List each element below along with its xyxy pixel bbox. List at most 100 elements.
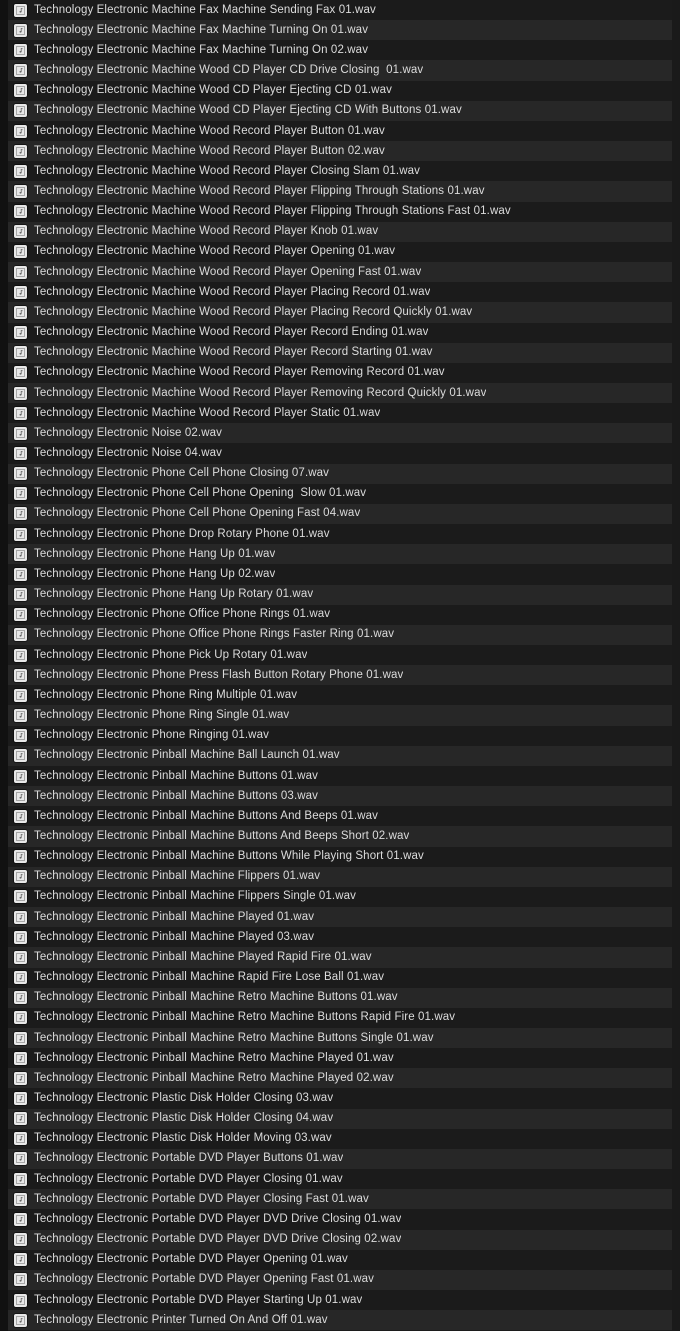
file-list-row[interactable]: Technology Electronic Pinball Machine Re… xyxy=(0,1027,680,1049)
file-list-row[interactable]: Technology Electronic Phone Cell Phone C… xyxy=(0,463,680,484)
audio-file-icon xyxy=(14,144,27,158)
file-list-row[interactable]: Technology Electronic Pinball Machine Ba… xyxy=(0,745,680,766)
file-list-row[interactable]: Technology Electronic Portable DVD Playe… xyxy=(0,1209,680,1230)
file-list-row[interactable]: Technology Electronic Plastic Disk Holde… xyxy=(0,1088,680,1109)
file-name-label: Technology Electronic Phone Office Phone… xyxy=(34,628,395,641)
audio-file-icon xyxy=(14,406,27,420)
file-list-row[interactable]: Technology Electronic Pinball Machine Re… xyxy=(0,1007,680,1028)
file-list-row[interactable]: Technology Electronic Phone Ring Single … xyxy=(0,705,680,726)
file-list-row[interactable]: Technology Electronic Machine Wood Recor… xyxy=(0,241,680,263)
file-list-row[interactable]: Technology Electronic Machine Fax Machin… xyxy=(0,20,680,41)
file-list-row[interactable]: Technology Electronic Pinball Machine Re… xyxy=(0,987,680,1008)
file-list-row[interactable]: Technology Electronic Pinball Machine Bu… xyxy=(0,806,680,827)
file-name-label: Technology Electronic Portable DVD Playe… xyxy=(34,1172,343,1185)
audio-file-icon xyxy=(14,124,27,138)
file-name-label: Technology Electronic Pinball Machine Bu… xyxy=(34,829,410,842)
audio-file-icon xyxy=(14,1051,27,1065)
file-list-row[interactable]: Technology Electronic Portable DVD Playe… xyxy=(0,1229,680,1250)
file-list-row[interactable]: Technology Electronic Portable DVD Playe… xyxy=(0,1148,680,1170)
file-list-row[interactable]: Technology Electronic Phone Office Phone… xyxy=(0,624,680,645)
file-name-label: Technology Electronic Machine Wood Recor… xyxy=(34,205,511,218)
file-list-row[interactable]: Technology Electronic Pinball Machine Re… xyxy=(0,1068,680,1089)
file-list-row[interactable]: Technology Electronic Pinball Machine Fl… xyxy=(0,866,680,887)
file-name-label: Technology Electronic Pinball Machine Bu… xyxy=(34,809,379,822)
file-list-row[interactable]: Technology Electronic Phone Cell Phone O… xyxy=(0,503,680,525)
file-list-row[interactable]: Technology Electronic Machine Wood Recor… xyxy=(0,120,680,142)
file-name-label: Technology Electronic Pinball Machine Pl… xyxy=(34,930,315,943)
file-list-row[interactable]: Technology Electronic Portable DVD Playe… xyxy=(0,1290,680,1311)
file-name-label: Technology Electronic Machine Wood Recor… xyxy=(34,285,431,298)
file-name-label: Technology Electronic Pinball Machine Re… xyxy=(34,1051,394,1064)
file-list-row[interactable]: Technology Electronic Pinball Machine Pl… xyxy=(0,947,680,968)
file-name-label: Technology Electronic Phone Ring Single … xyxy=(34,709,290,722)
file-list-row[interactable]: Technology Electronic Machine Wood Recor… xyxy=(0,221,680,242)
audio-file-icon xyxy=(14,205,27,219)
file-list-row[interactable]: Technology Electronic Plastic Disk Holde… xyxy=(0,1108,680,1129)
file-list-row[interactable]: Technology Electronic Machine Wood CD Pl… xyxy=(0,60,680,81)
file-name-label: Technology Electronic Pinball Machine Pl… xyxy=(34,910,315,923)
file-list-row[interactable]: Technology Electronic Phone Hang Up 02.w… xyxy=(0,564,680,585)
file-list-row[interactable]: Technology Electronic Phone Hang Up Rota… xyxy=(0,584,680,605)
file-list-row[interactable]: Technology Electronic Pinball Machine Bu… xyxy=(0,786,680,807)
file-list-row[interactable]: Technology Electronic Noise 02.wav xyxy=(0,423,680,444)
file-name-label: Technology Electronic Machine Fax Machin… xyxy=(34,3,376,16)
file-list-row[interactable]: Technology Electronic Pinball Machine Pl… xyxy=(0,927,680,948)
file-list-row[interactable]: Technology Electronic Phone Office Phone… xyxy=(0,604,680,625)
audio-file-icon xyxy=(14,326,27,340)
file-list-row[interactable]: Technology Electronic Phone Press Flash … xyxy=(0,665,680,686)
file-name-label: Technology Electronic Pinball Machine Fl… xyxy=(34,870,321,883)
file-list-row[interactable]: Technology Electronic Machine Wood Recor… xyxy=(0,181,680,202)
file-list-row[interactable]: Technology Electronic Portable DVD Playe… xyxy=(0,1249,680,1270)
file-list-row[interactable]: Technology Electronic Pinball Machine Bu… xyxy=(0,826,680,847)
file-name-label: Technology Electronic Phone Cell Phone C… xyxy=(34,467,330,480)
file-list-row[interactable]: Technology Electronic Phone Ringing 01.w… xyxy=(0,725,680,746)
file-list-row[interactable]: Technology Electronic Phone Hang Up 01.w… xyxy=(0,544,680,565)
file-name-label: Technology Electronic Machine Wood Recor… xyxy=(34,406,381,419)
file-name-label: Technology Electronic Pinball Machine Fl… xyxy=(34,890,357,903)
file-list-row[interactable]: Technology Electronic Machine Wood Recor… xyxy=(0,322,680,343)
file-list-row[interactable]: Technology Electronic Pinball Machine Bu… xyxy=(0,846,680,867)
file-name-label: Technology Electronic Plastic Disk Holde… xyxy=(34,1132,332,1145)
file-list-row[interactable]: Technology Electronic Machine Wood Recor… xyxy=(0,302,680,323)
file-name-label: Technology Electronic Machine Wood Recor… xyxy=(34,164,421,177)
file-list-row[interactable]: Technology Electronic Machine Wood Recor… xyxy=(0,201,680,222)
file-list-row[interactable]: Technology Electronic Portable DVD Playe… xyxy=(0,1169,680,1190)
file-list-row[interactable]: Technology Electronic Phone Drop Rotary … xyxy=(0,524,680,545)
file-list-row[interactable]: Technology Electronic Plastic Disk Holde… xyxy=(0,1128,680,1149)
file-list-row[interactable]: Technology Electronic Machine Wood Recor… xyxy=(0,342,680,363)
audio-file-icon xyxy=(14,487,27,501)
file-list-row[interactable]: Technology Electronic Machine Wood Recor… xyxy=(0,141,680,162)
file-list-row[interactable]: Technology Electronic Machine Wood Recor… xyxy=(0,262,680,283)
file-list-row[interactable]: Technology Electronic Machine Wood CD Pl… xyxy=(0,80,680,101)
file-list-row[interactable]: Technology Electronic Pinball Machine Bu… xyxy=(0,765,680,787)
audio-file-icon xyxy=(14,265,27,279)
file-list-row[interactable]: Technology Electronic Phone Pick Up Rota… xyxy=(0,645,680,666)
file-name-label: Technology Electronic Pinball Machine Ba… xyxy=(34,749,340,762)
file-list[interactable]: Technology Electronic Machine Fax Machin… xyxy=(0,0,680,1331)
audio-file-icon xyxy=(14,829,27,843)
file-list-row[interactable]: Technology Electronic Noise 04.wav xyxy=(0,443,680,464)
file-list-row[interactable]: Technology Electronic Machine Wood Recor… xyxy=(0,382,680,404)
file-list-row[interactable]: Technology Electronic Pinball Machine Re… xyxy=(0,1048,680,1069)
file-list-row[interactable]: Technology Electronic Portable DVD Playe… xyxy=(0,1269,680,1290)
file-list-row[interactable]: Technology Electronic Machine Wood Recor… xyxy=(0,282,680,303)
file-list-row[interactable]: Technology Electronic Printer Turned On … xyxy=(0,1310,680,1331)
audio-file-icon xyxy=(14,23,27,37)
file-list-row[interactable]: Technology Electronic Machine Wood Recor… xyxy=(0,362,680,383)
audio-file-icon xyxy=(14,850,27,864)
file-list-row[interactable]: Technology Electronic Machine Wood Recor… xyxy=(0,161,680,182)
file-list-row[interactable]: Technology Electronic Machine Fax Machin… xyxy=(0,0,680,21)
file-list-row[interactable]: Technology Electronic Machine Fax Machin… xyxy=(0,40,680,61)
file-list-row[interactable]: Technology Electronic Pinball Machine Pl… xyxy=(0,907,680,928)
file-list-row[interactable]: Technology Electronic Machine Wood Recor… xyxy=(0,403,680,424)
file-list-row[interactable]: Technology Electronic Phone Cell Phone O… xyxy=(0,483,680,504)
file-name-label: Technology Electronic Portable DVD Playe… xyxy=(34,1233,402,1246)
file-list-row[interactable]: Technology Electronic Portable DVD Playe… xyxy=(0,1189,680,1210)
file-list-row[interactable]: Technology Electronic Machine Wood CD Pl… xyxy=(0,100,680,121)
file-list-row[interactable]: Technology Electronic Phone Ring Multipl… xyxy=(0,685,680,706)
file-list-row[interactable]: Technology Electronic Pinball Machine Fl… xyxy=(0,886,680,908)
audio-file-icon xyxy=(14,588,27,602)
audio-file-icon xyxy=(14,608,27,622)
audio-file-icon xyxy=(14,769,27,783)
file-list-row[interactable]: Technology Electronic Pinball Machine Ra… xyxy=(0,967,680,988)
